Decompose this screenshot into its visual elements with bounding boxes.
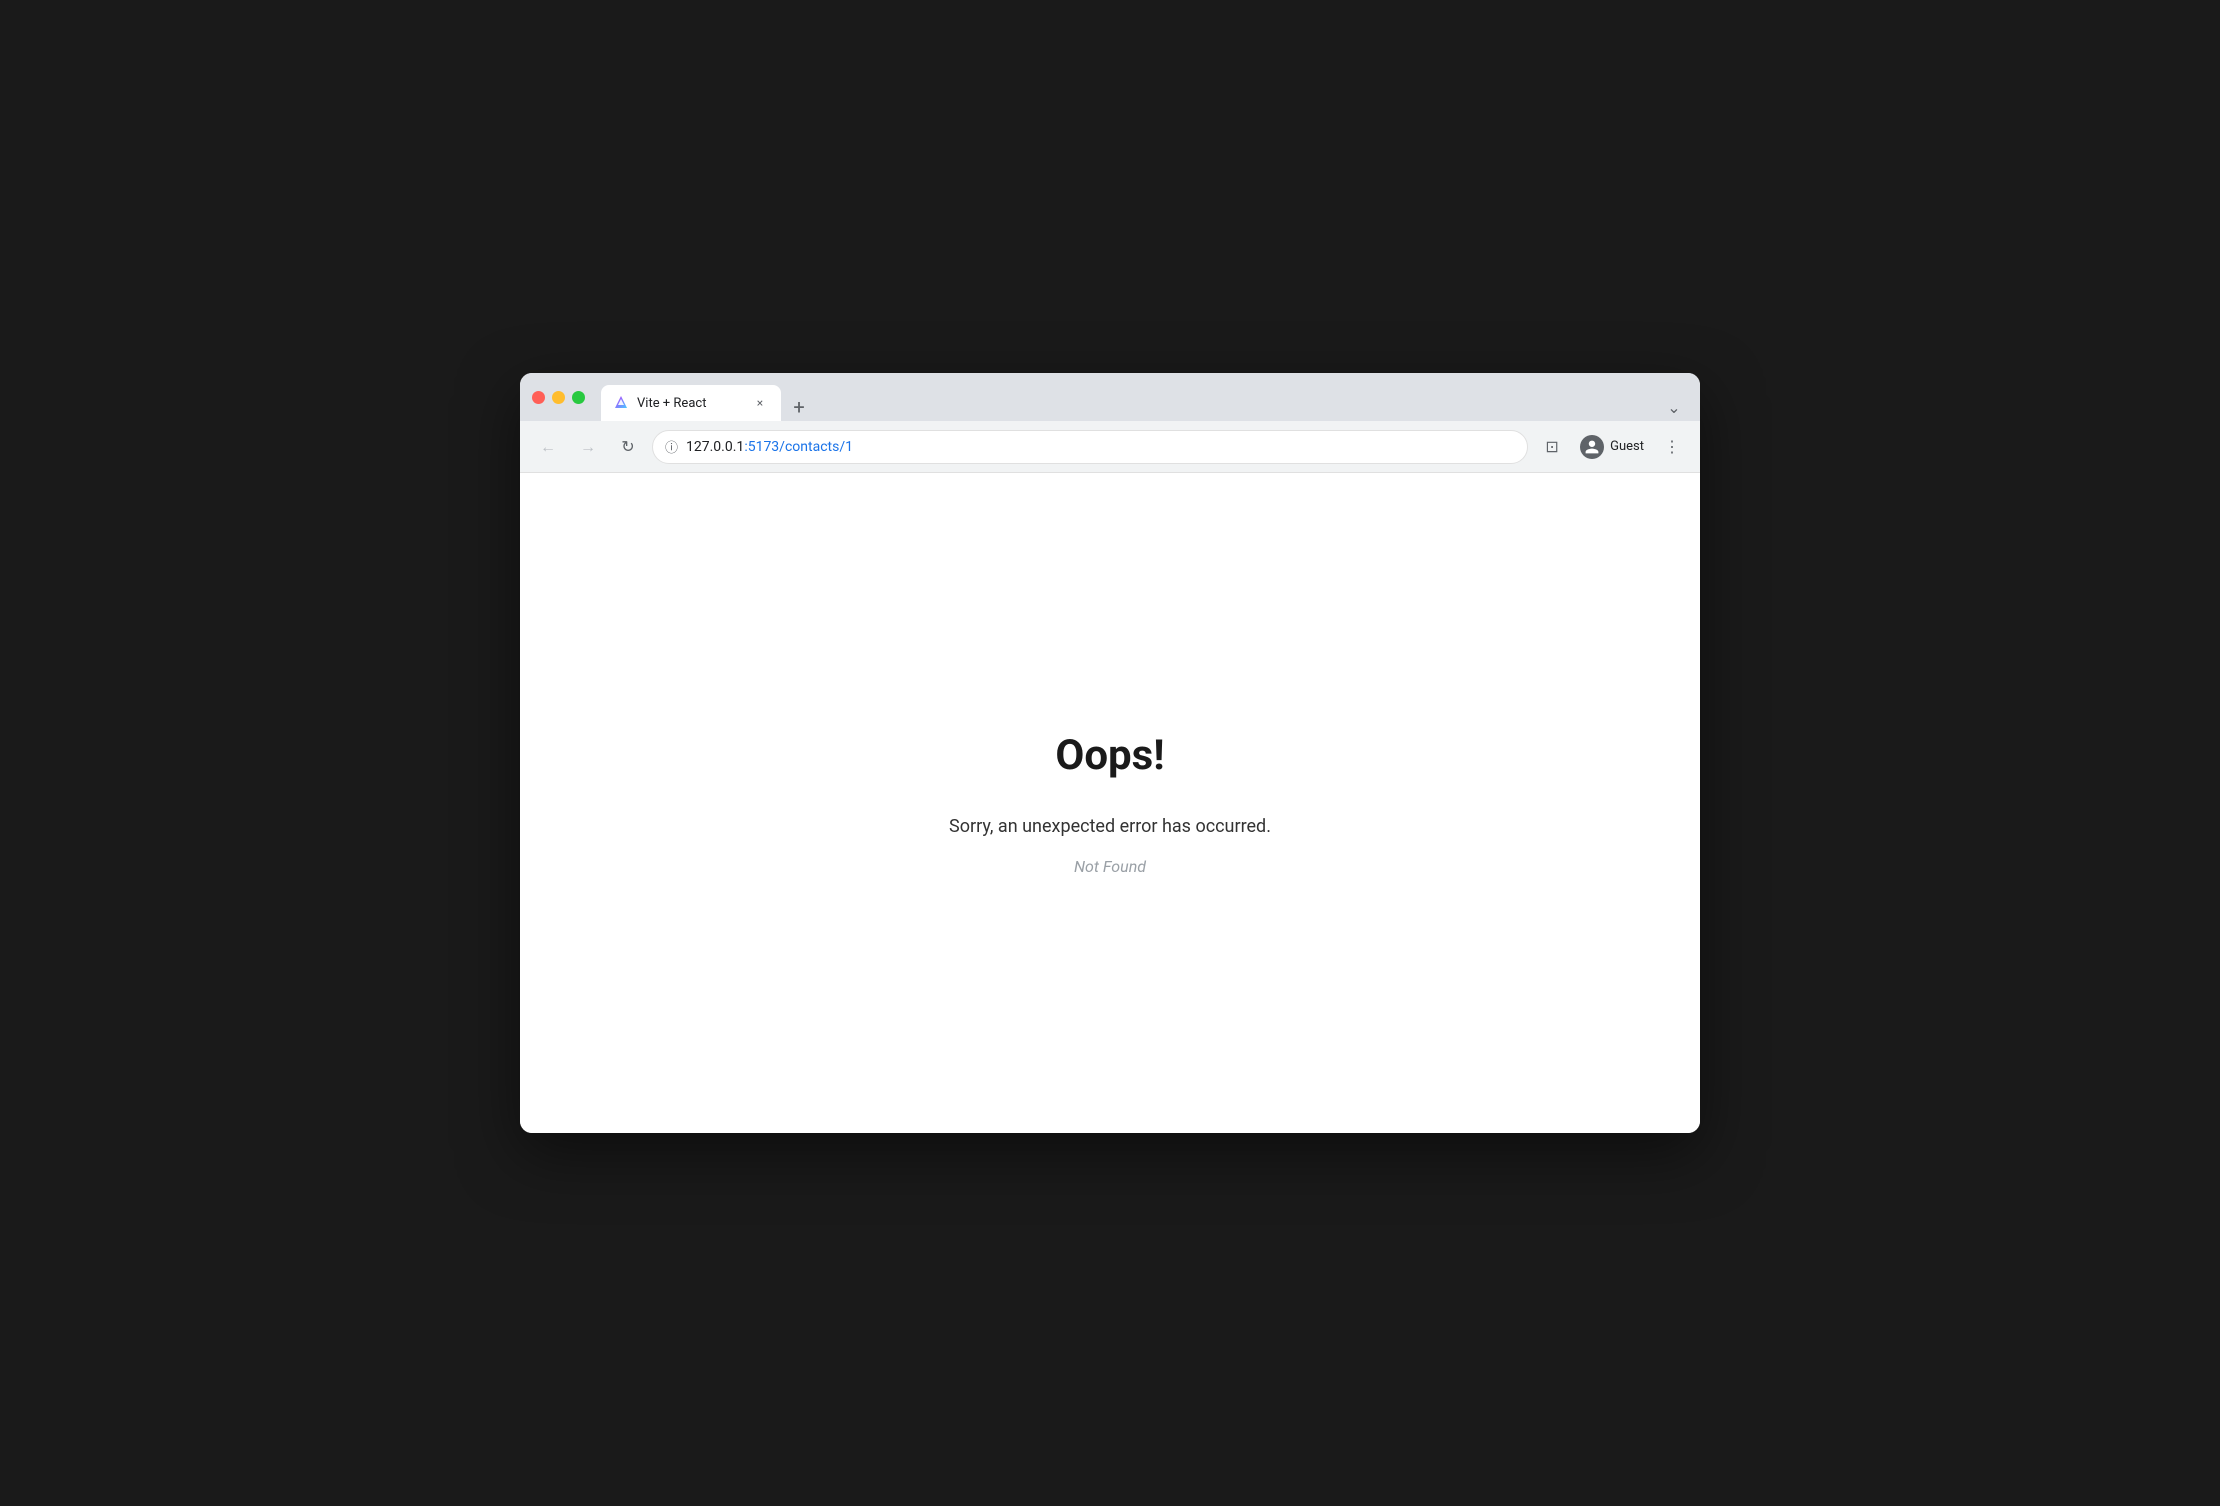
page-content: Oops! Sorry, an unexpected error has occ… — [520, 473, 1700, 1133]
lock-icon: ⓘ — [665, 437, 678, 456]
tab-list-button[interactable]: ⌄ — [1660, 393, 1688, 421]
new-tab-button[interactable]: + — [785, 393, 813, 421]
tab-close-button[interactable]: × — [751, 394, 769, 412]
tab-title: Vite + React — [637, 396, 743, 411]
account-button[interactable]: Guest — [1572, 431, 1652, 463]
error-subtext: Sorry, an unexpected error has occurred. — [949, 816, 1271, 837]
address-port-path: :5173/contacts/1 — [744, 439, 853, 455]
address-protocol: 127.0.0.1 — [686, 439, 744, 455]
close-button[interactable] — [532, 391, 545, 404]
back-button[interactable]: ← — [532, 431, 564, 463]
tab-favicon — [613, 395, 629, 411]
traffic-lights — [532, 391, 585, 404]
toolbar-right: ⊡ Guest ⋮ — [1536, 431, 1688, 463]
split-screen-button[interactable]: ⊡ — [1536, 431, 1568, 463]
error-heading: Oops! — [1055, 731, 1164, 780]
address-text: 127.0.0.1:5173/contacts/1 — [686, 439, 1515, 455]
title-bar: Vite + React × + ⌄ — [520, 373, 1700, 421]
reload-button[interactable]: ↻ — [612, 431, 644, 463]
minimize-button[interactable] — [552, 391, 565, 404]
browser-tab-active[interactable]: Vite + React × — [601, 385, 781, 421]
forward-button[interactable]: → — [572, 431, 604, 463]
address-bar-row: ← → ↻ ⓘ 127.0.0.1:5173/contacts/1 ⊡ — [520, 421, 1700, 473]
account-label: Guest — [1610, 439, 1644, 454]
menu-icon: ⋮ — [1664, 437, 1680, 456]
account-avatar-icon — [1580, 435, 1604, 459]
error-detail: Not Found — [1074, 857, 1146, 876]
address-bar[interactable]: ⓘ 127.0.0.1:5173/contacts/1 — [652, 430, 1528, 464]
tabs-area: Vite + React × + ⌄ — [601, 373, 1688, 421]
maximize-button[interactable] — [572, 391, 585, 404]
browser-window: Vite + React × + ⌄ ← → ↻ ⓘ 127.0.0.1:517… — [520, 373, 1700, 1133]
menu-button[interactable]: ⋮ — [1656, 431, 1688, 463]
split-screen-icon: ⊡ — [1545, 437, 1558, 456]
